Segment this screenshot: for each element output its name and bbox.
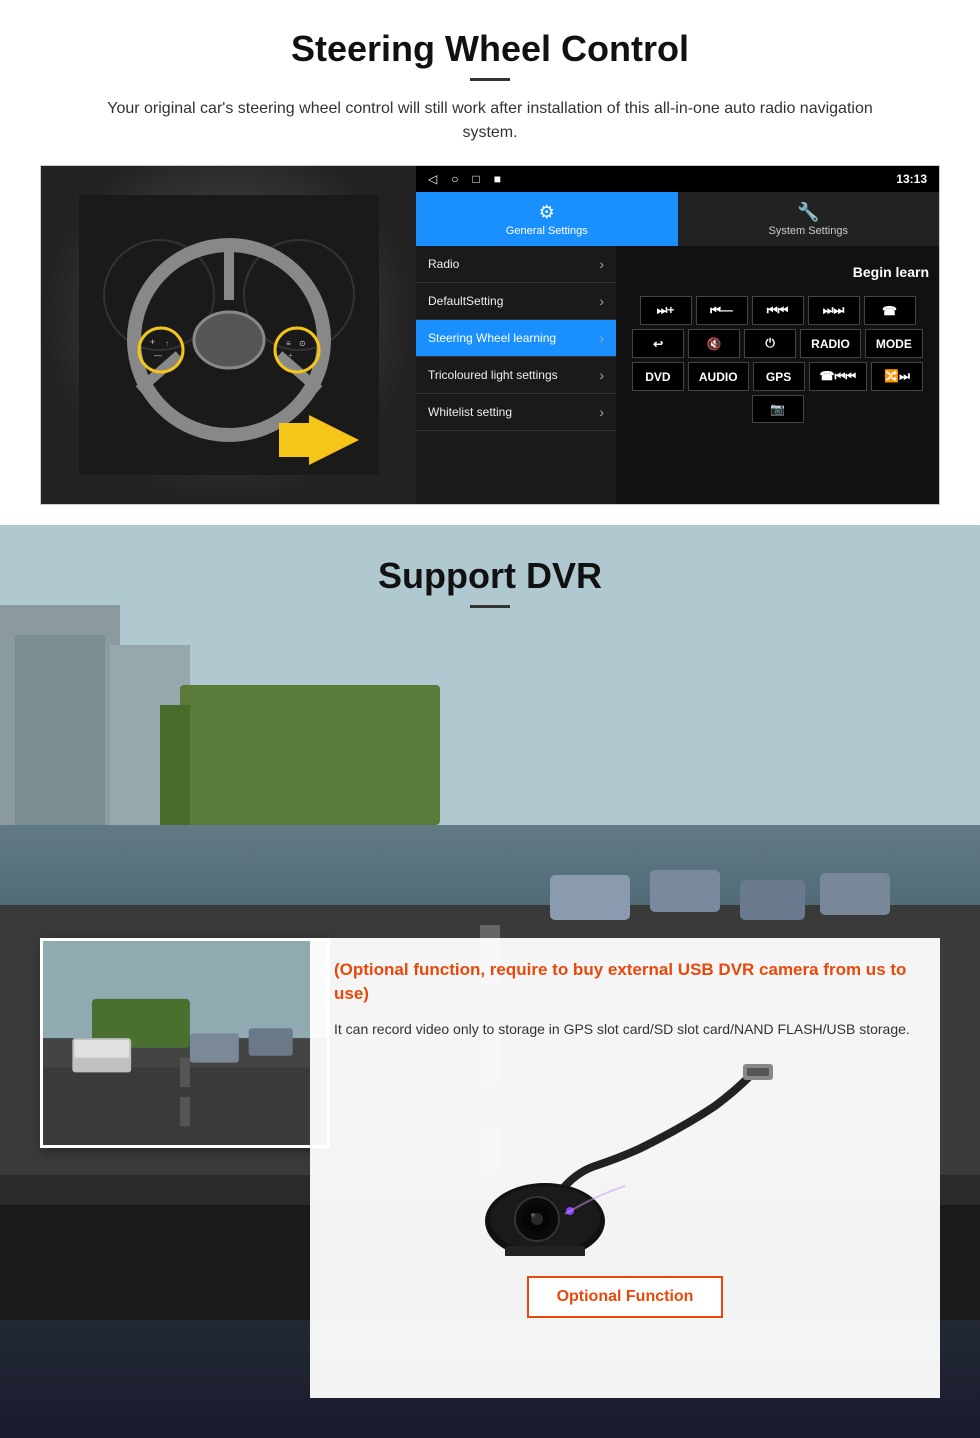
dvr-screenshot-inner [43, 941, 327, 1145]
dvr-title: Support DVR [40, 555, 940, 597]
ctrl-btn-dvd[interactable]: DVD [632, 362, 684, 391]
menu-item-whitelist-label: Whitelist setting [428, 405, 512, 419]
ctrl-btn-power[interactable]: ⏻ [744, 329, 796, 358]
svg-text:↑: ↑ [165, 339, 169, 348]
dvr-content: Support DVR [0, 525, 980, 1438]
dvr-screenshot-svg [43, 938, 327, 1148]
menu-item-tricolour[interactable]: Tricoloured light settings › [416, 357, 616, 394]
dvr-info-title: (Optional function, require to buy exter… [334, 958, 916, 1006]
menu-item-steering[interactable]: Steering Wheel learning › [416, 320, 616, 357]
dvr-screenshot-thumbnail [40, 938, 330, 1148]
settings-tabs: ⚙ General Settings 🔧 System Settings [416, 192, 939, 246]
menu-item-whitelist-arrow: › [599, 404, 604, 420]
steering-wheel-svg: + — ↑ ≡ ⊙ + [79, 195, 379, 475]
svg-text:+: + [150, 337, 155, 347]
svg-text:≡: ≡ [286, 339, 291, 348]
ctrl-row-1: ⏭+ ⏮— ⏮⏮ ⏭⏭ ☎ [622, 296, 933, 325]
menu-item-tricolour-arrow: › [599, 367, 604, 383]
nav-recent-icon[interactable]: □ [472, 172, 479, 186]
menu-item-steering-label: Steering Wheel learning [428, 331, 556, 345]
menu-item-tricolour-label: Tricoloured light settings [428, 368, 558, 382]
dvr-section: Support DVR [0, 525, 980, 1438]
ctrl-btn-radio[interactable]: RADIO [800, 329, 861, 358]
menu-item-radio-arrow: › [599, 256, 604, 272]
tab-system[interactable]: 🔧 System Settings [678, 192, 940, 246]
ctrl-btn-next[interactable]: ⏭⏭ [808, 296, 860, 325]
dvr-camera-svg [465, 1056, 785, 1256]
steering-section: Steering Wheel Control Your original car… [0, 0, 980, 525]
dvr-bottom: (Optional function, require to buy exter… [40, 938, 940, 1398]
nav-menu-icon[interactable]: ■ [494, 172, 501, 186]
menu-item-steering-arrow: › [599, 330, 604, 346]
ctrl-row-2: ↩ 🔇 ⏻ RADIO MODE [622, 329, 933, 358]
ctrl-btn-mode[interactable]: MODE [865, 329, 923, 358]
ctrl-btn-audio[interactable]: AUDIO [688, 362, 749, 391]
optional-function-container: Optional Function [334, 1276, 916, 1318]
tab-system-label: System Settings [769, 225, 848, 237]
nav-back-icon[interactable]: ◁ [428, 172, 437, 186]
controls-area: Begin learn ⏭+ ⏮— ⏮⏮ ⏭⏭ ☎ ↩ 🔇 ⏻ [616, 246, 939, 504]
steering-description: Your original car's steering wheel contr… [80, 97, 900, 145]
menu-item-radio-label: Radio [428, 257, 459, 271]
steering-photo: + — ↑ ≡ ⊙ + [41, 166, 416, 504]
menu-item-whitelist[interactable]: Whitelist setting › [416, 394, 616, 431]
dvr-divider [470, 605, 510, 608]
dvr-info-text: It can record video only to storage in G… [334, 1018, 916, 1040]
svg-text:+: + [288, 351, 293, 360]
status-bar-time: 13:13 [896, 172, 927, 186]
ctrl-btn-hangup[interactable]: ↩ [632, 329, 684, 358]
menu-item-default-arrow: › [599, 293, 604, 309]
dvr-camera-illustration [334, 1056, 916, 1261]
dvr-info-box: (Optional function, require to buy exter… [310, 938, 940, 1398]
status-bar: ◁ ○ □ ■ 13:13 [416, 166, 939, 192]
menu-item-default[interactable]: DefaultSetting › [416, 283, 616, 320]
begin-learn-button[interactable]: Begin learn [853, 264, 929, 280]
android-panel: ◁ ○ □ ■ 13:13 ⚙ General Settings 🔧 Syste… [416, 166, 939, 504]
ctrl-row-3: DVD AUDIO GPS ☎⏮⏮ 🔀⏭ [622, 362, 933, 391]
steering-photo-bg: + — ↑ ≡ ⊙ + [41, 166, 416, 504]
ctrl-btn-vol-up[interactable]: ⏭+ [640, 296, 692, 325]
ctrl-btn-phone-prev[interactable]: ☎⏮⏮ [809, 362, 868, 391]
tab-general[interactable]: ⚙ General Settings [416, 192, 678, 246]
steering-demo: + — ↑ ≡ ⊙ + ◁ ○ □ [40, 165, 940, 505]
ctrl-btn-extra[interactable]: 📷 [752, 395, 804, 423]
ctrl-btn-prev[interactable]: ⏮⏮ [752, 296, 804, 325]
menu-item-radio[interactable]: Radio › [416, 246, 616, 283]
ctrl-btn-vol-down[interactable]: ⏮— [696, 296, 748, 325]
ctrl-btn-shuffle-next[interactable]: 🔀⏭ [871, 362, 923, 391]
system-settings-icon: 🔧 [797, 202, 819, 223]
svg-text:—: — [154, 351, 162, 360]
ctrl-btn-phone[interactable]: ☎ [864, 296, 916, 325]
title-divider [470, 78, 510, 81]
menu-list: Radio › DefaultSetting › Steering Wheel … [416, 246, 616, 504]
optional-function-button[interactable]: Optional Function [527, 1276, 724, 1318]
ctrl-btn-gps[interactable]: GPS [753, 362, 805, 391]
menu-controls: Radio › DefaultSetting › Steering Wheel … [416, 246, 939, 504]
svg-text:⊙: ⊙ [299, 339, 306, 348]
nav-home-icon[interactable]: ○ [451, 172, 458, 186]
status-bar-nav: ◁ ○ □ ■ [428, 172, 501, 186]
steering-title: Steering Wheel Control [40, 28, 940, 70]
menu-item-default-label: DefaultSetting [428, 294, 503, 308]
ctrl-row-4: 📷 [622, 395, 933, 423]
begin-learn-row: Begin learn [622, 252, 933, 292]
ctrl-btn-mute[interactable]: 🔇 [688, 329, 740, 358]
tab-general-label: General Settings [506, 225, 588, 237]
general-settings-icon: ⚙ [539, 202, 555, 223]
